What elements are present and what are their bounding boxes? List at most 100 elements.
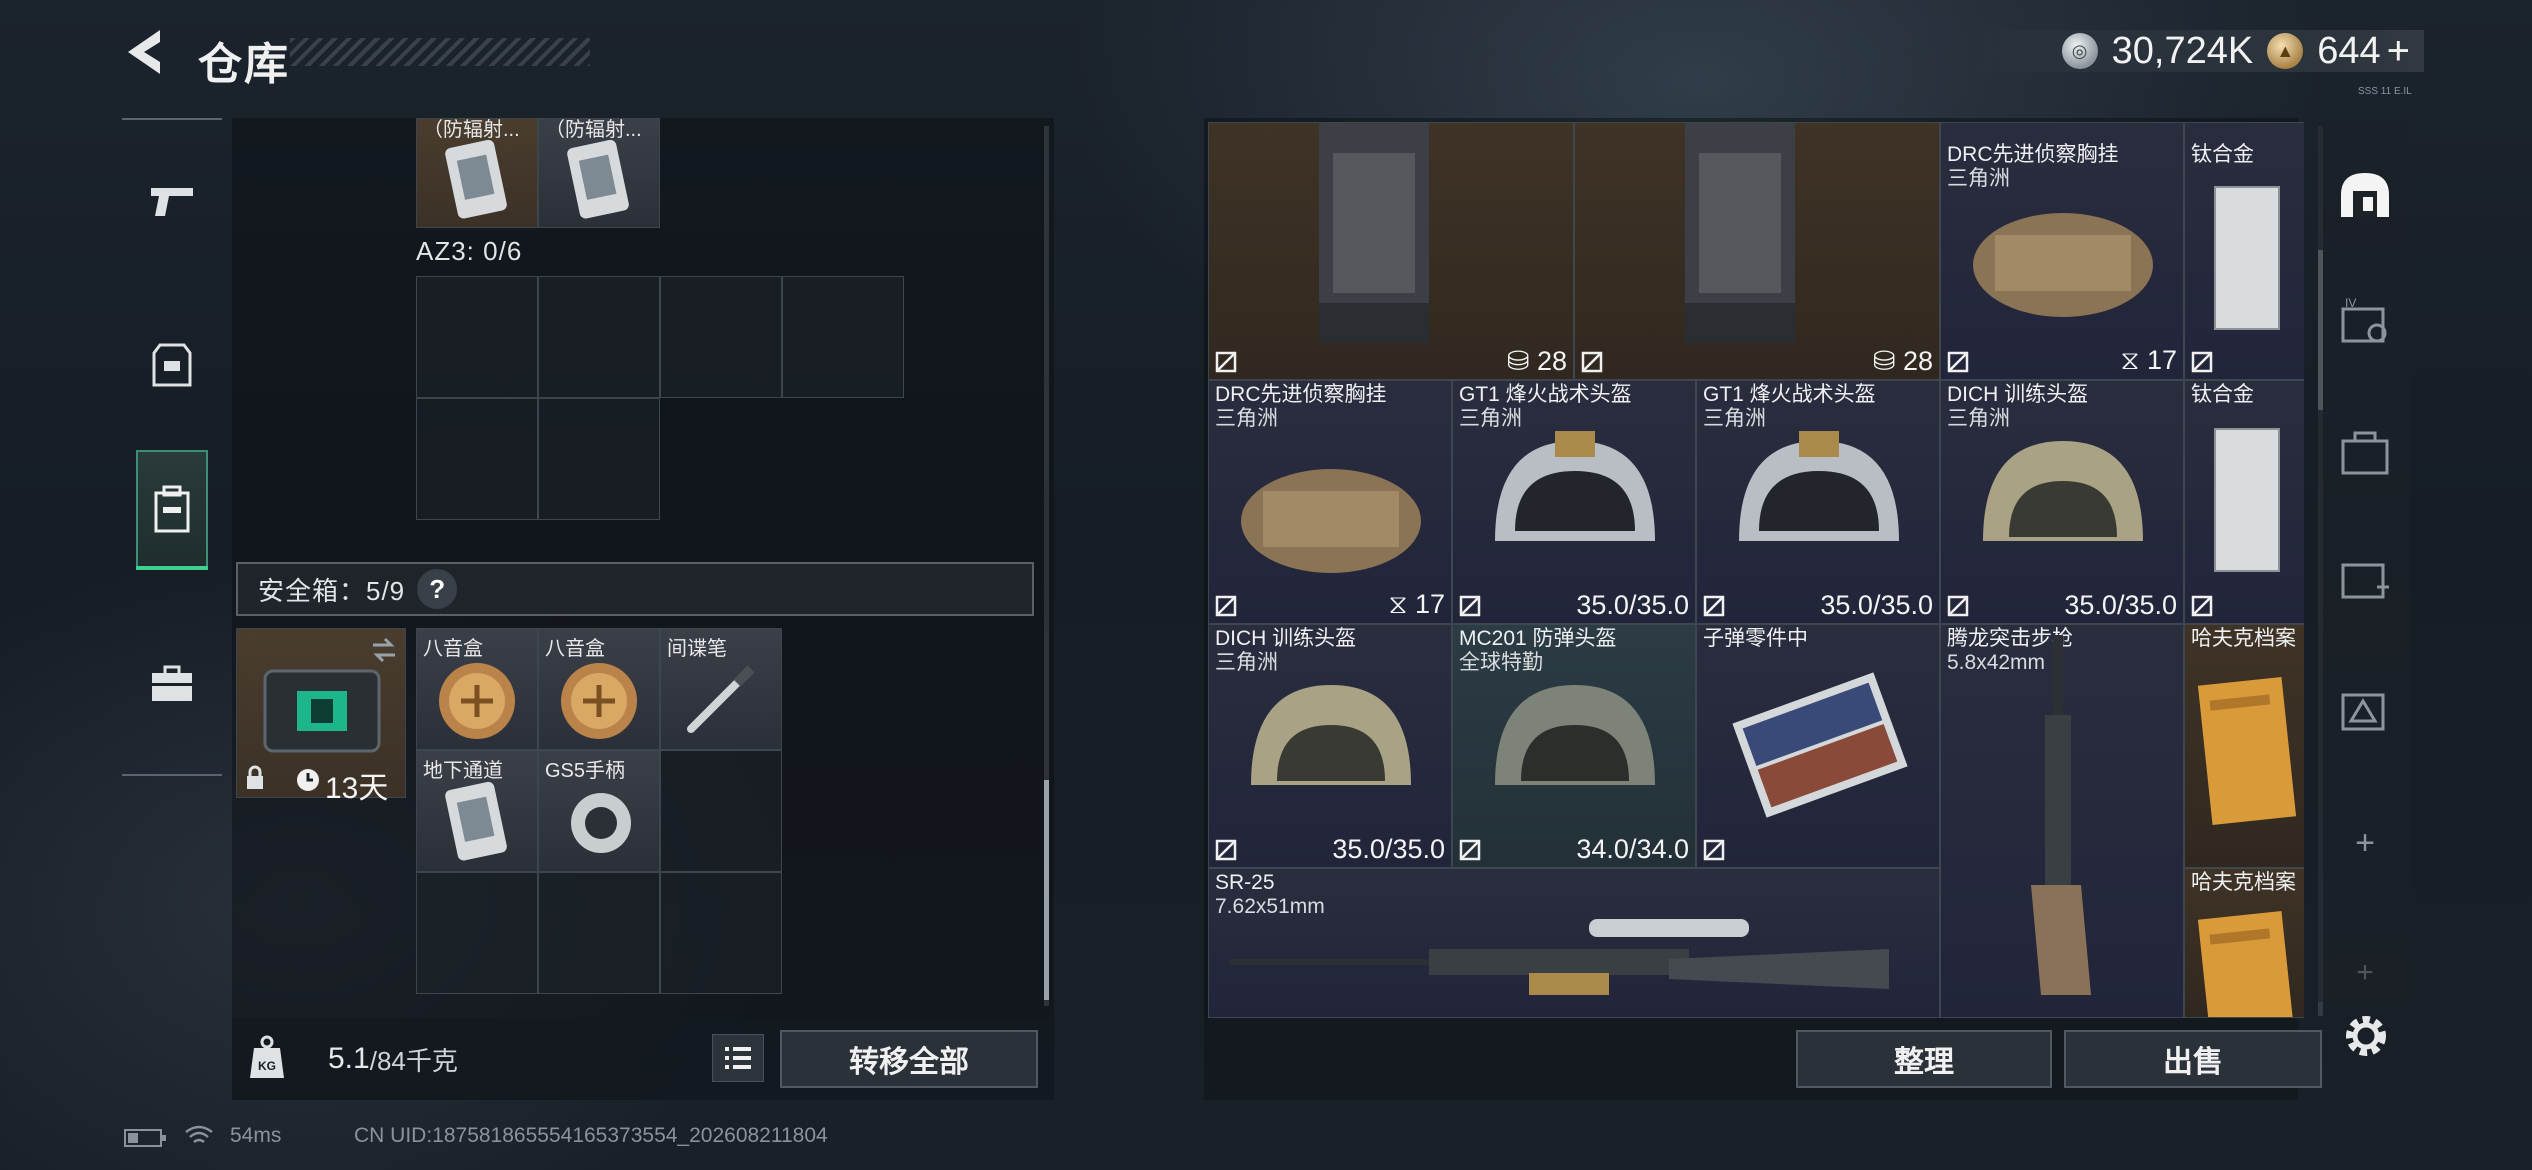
safebox-item-tunnel-card[interactable]: 地下通道: [416, 750, 538, 872]
item-stat-value: 17: [2146, 345, 2177, 375]
clock-icon: [297, 769, 319, 791]
tab-delta-box[interactable]: [2330, 676, 2400, 746]
gear-icon[interactable]: [2338, 1008, 2394, 1064]
swap-icon[interactable]: [369, 637, 399, 663]
lock-icon: [247, 765, 263, 789]
capacity-icon: ⧖: [1388, 589, 1408, 619]
list-icon: [725, 1047, 751, 1069]
ammo-parts-box-icon: [1732, 672, 1908, 818]
safebox-slot[interactable]: [660, 750, 782, 872]
helmet-icon: [1251, 685, 1411, 785]
vest-item[interactable]: ⛁ 28: [1574, 122, 1940, 380]
backpack-item-1[interactable]: （防辐射...: [416, 118, 538, 228]
titanium-item[interactable]: 钛合金: [2184, 122, 2304, 380]
az3-slot[interactable]: [660, 276, 782, 398]
nav-case[interactable]: [136, 644, 208, 724]
weight-current: 5.1: [328, 1042, 370, 1075]
helmet-icon: [1495, 431, 1655, 541]
safebox-item-gs5-controller[interactable]: GS5手柄: [538, 750, 660, 872]
safebox-item-spy-pen[interactable]: 间谍笔: [660, 628, 782, 750]
no-lock-icon: [1215, 595, 1237, 617]
safebox-container[interactable]: 13天: [236, 628, 406, 805]
hafk-file-item[interactable]: 哈夫克档案: [2184, 624, 2304, 868]
safebox-slot[interactable]: [660, 872, 782, 994]
version-note: SSS 11 E.IL: [2358, 86, 2412, 97]
durability: 35.0/35.0: [2064, 590, 2177, 620]
tab-safehouse[interactable]: [2330, 160, 2400, 230]
left-scrollbar-thumb[interactable]: [1044, 780, 1049, 1000]
backpack-item-2[interactable]: （防辐射...: [538, 118, 660, 228]
gold-amount: 644: [2317, 29, 2381, 72]
sell-button[interactable]: 出售: [2064, 1030, 2322, 1088]
sr25-rifle-item[interactable]: SR-25 7.62x51mm: [1208, 868, 1940, 1018]
az3-slot[interactable]: [538, 276, 660, 398]
backpack-icon: [154, 485, 190, 533]
back-arrow-icon[interactable]: [120, 26, 170, 78]
weapon-box-icon: IV: [2341, 296, 2387, 343]
add-tab-button-disabled[interactable]: +: [2330, 938, 2400, 1008]
titanium-item[interactable]: 钛合金: [2184, 380, 2304, 624]
item-subtitle: 三角洲: [1947, 167, 2010, 190]
helmet-icon: [1983, 441, 2143, 541]
nav-backpack[interactable]: [136, 450, 208, 570]
assault-rifle-icon: [2031, 635, 2091, 995]
gold-coin-icon: ▲: [2267, 33, 2304, 69]
dich-helmet-item[interactable]: DICH 训练头盔 三角洲 35.0/35.0: [1940, 380, 2184, 624]
no-lock-icon: [1947, 351, 1969, 373]
vest-item[interactable]: ⛁ 28: [1208, 122, 1574, 380]
drc-vest-item[interactable]: DRC先进侦察胸挂 三角洲 ⧖ 17: [1208, 380, 1452, 624]
no-lock-icon: [2191, 351, 2213, 373]
az3-label: AZ3: 0/6: [416, 236, 523, 266]
tab-medical-box[interactable]: [2330, 544, 2400, 614]
music-box-icon: [561, 663, 637, 739]
silver-coin-icon: ◎: [2061, 33, 2098, 69]
item-label: 间谍笔: [667, 638, 727, 660]
sort-button[interactable]: 整理: [1796, 1030, 2052, 1088]
list-view-button[interactable]: [712, 1034, 764, 1082]
add-currency-button[interactable]: +: [2387, 29, 2410, 74]
weight-icon: KG: [250, 1035, 284, 1078]
tab-storage-crate[interactable]: [2330, 418, 2400, 488]
weight-icon: ⛁: [1506, 346, 1530, 376]
no-lock-icon: [1215, 839, 1237, 861]
weight-readout: 5.1 /84千克: [282, 1020, 692, 1098]
transfer-all-button[interactable]: 转移全部: [780, 1030, 1038, 1088]
az3-slot[interactable]: [416, 398, 538, 520]
add-tab-button[interactable]: +: [2330, 808, 2400, 878]
item-name: DRC先进侦察胸挂: [1947, 143, 2119, 166]
dich-helmet-item[interactable]: DICH 训练头盔 三角洲 35.0/35.0: [1208, 624, 1452, 868]
item-name: 子弹零件中: [1703, 627, 1808, 650]
item-name: DICH 训练头盔: [1947, 383, 2089, 406]
tab-weapon-box[interactable]: IV: [2330, 286, 2400, 356]
mc201-helmet-item[interactable]: MC201 防弹头盔 全球特勤 34.0/34.0: [1452, 624, 1696, 868]
item-name: GT1 烽火战术头盔: [1703, 383, 1876, 406]
gt1-helmet-item[interactable]: GT1 烽火战术头盔 三角洲 35.0/35.0: [1452, 380, 1696, 624]
capacity-icon: ⧖: [2120, 345, 2140, 375]
armor-icon: [152, 343, 192, 387]
safebox-item-music-box[interactable]: 八音盒: [538, 628, 660, 750]
gt1-helmet-item[interactable]: GT1 烽火战术头盔 三角洲 35.0/35.0: [1696, 380, 1940, 624]
durability: 35.0/35.0: [1332, 834, 1445, 864]
safebox-item-music-box[interactable]: 八音盒: [416, 628, 538, 750]
safebox-slot[interactable]: [416, 872, 538, 994]
tenglong-rifle-item[interactable]: 腾龙突击步枪 5.8x42mm: [1940, 624, 2184, 1018]
storage-crate-icon: [2341, 431, 2389, 475]
az3-slot[interactable]: [416, 276, 538, 398]
hafk-file-item[interactable]: 哈夫克档案: [2184, 868, 2304, 1018]
bullet-parts-item[interactable]: 子弹零件中: [1696, 624, 1940, 868]
nav-weapon[interactable]: [136, 162, 208, 242]
help-button[interactable]: ?: [417, 569, 458, 609]
helmet-icon: [1739, 431, 1899, 541]
briefcase-icon: [152, 665, 192, 701]
chest-rig-icon: [1241, 469, 1421, 573]
az3-slot[interactable]: [538, 398, 660, 520]
nav-gear[interactable]: [136, 326, 208, 406]
ping-readout: 54ms: [230, 1124, 282, 1147]
drc-vest-item[interactable]: DRC先进侦察胸挂 三角洲 ⧖ 17: [1940, 122, 2184, 380]
item-stat-value: 28: [1902, 346, 1933, 376]
item-subtitle: 三角洲: [1215, 407, 1278, 430]
safebox-slot[interactable]: [538, 872, 660, 994]
rig-vest-icon: [1685, 123, 1795, 343]
no-lock-icon: [1581, 351, 1603, 373]
az3-slot[interactable]: [782, 276, 904, 398]
